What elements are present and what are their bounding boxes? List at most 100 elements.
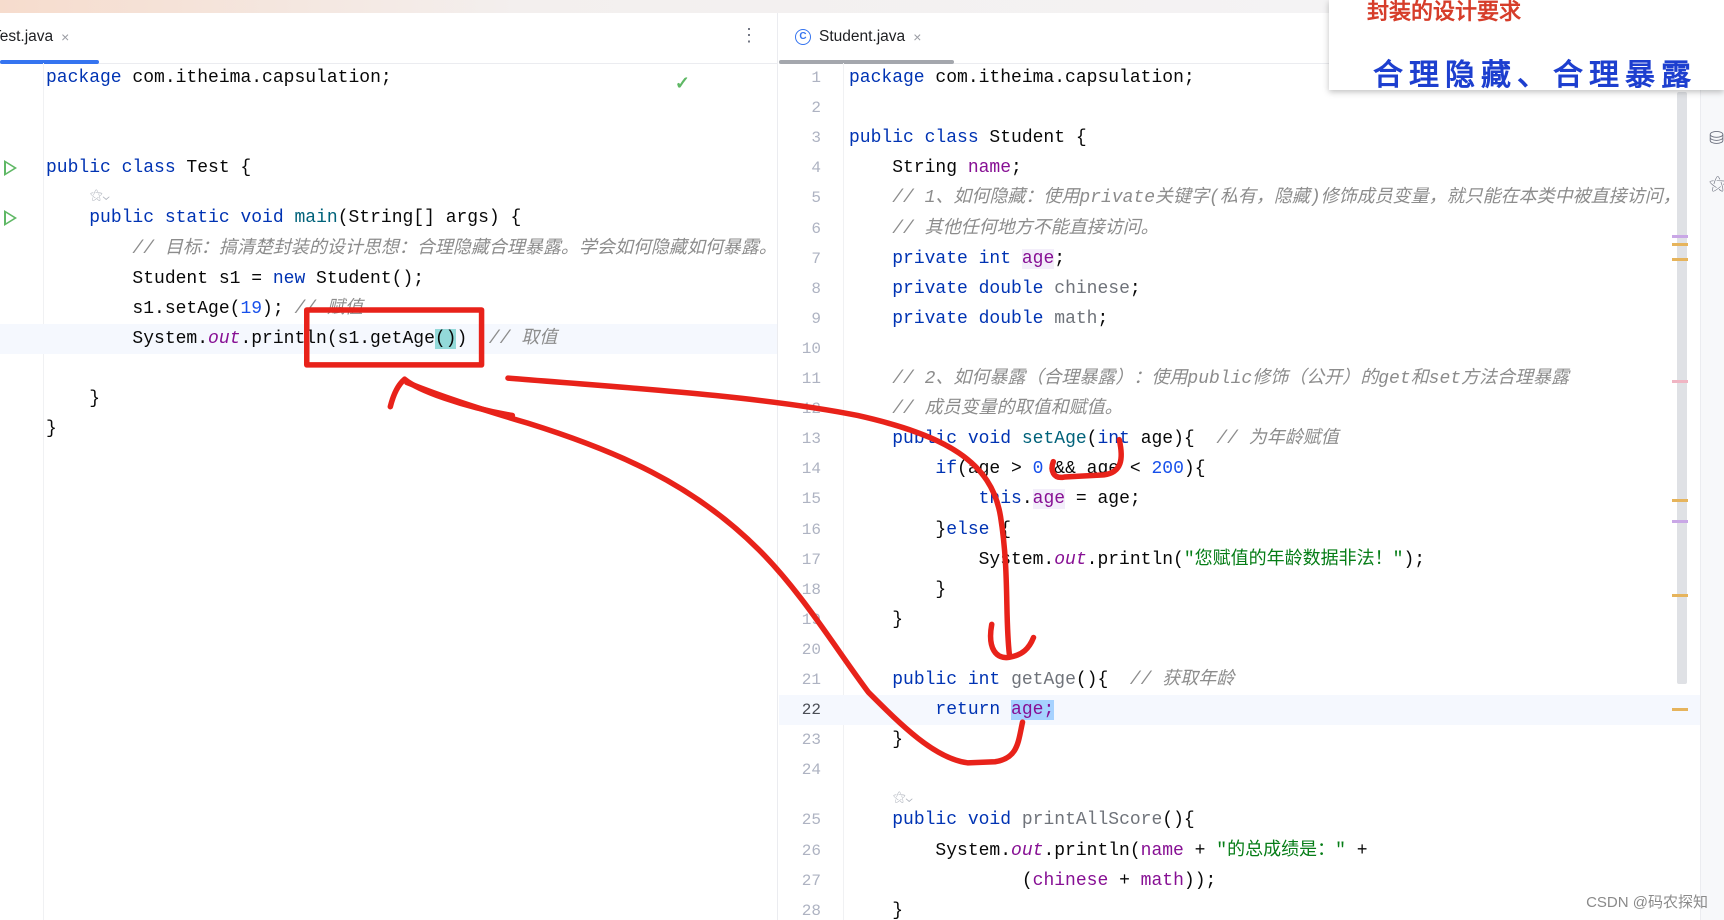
code-line[interactable]: 6 // 其他任何地方不能直接访问。 (779, 214, 1724, 244)
code-line[interactable]: 2 (779, 93, 1724, 123)
code-token: } (849, 730, 904, 751)
code-token: (){ (1075, 670, 1130, 690)
code-token: } (849, 519, 947, 540)
warning-stripe-marker[interactable] (1672, 594, 1688, 597)
code-line[interactable]: 11 // 2、如何暴露（合理暴露）：使用public修饰（公开）的get和se… (779, 364, 1724, 394)
code-line[interactable]: 19 } (779, 605, 1724, 635)
line-number[interactable]: 1 (779, 63, 821, 93)
code-line[interactable] (0, 123, 778, 153)
code-line[interactable]: // 目标：搞清楚封装的设计思想：合理隐藏合理暴露。学会如何隐藏如何暴露。 (0, 234, 778, 264)
warning-stripe-marker[interactable] (1672, 499, 1688, 502)
tab-student-java[interactable]: C Student.java × (795, 25, 921, 49)
info-stripe-marker[interactable] (1672, 380, 1688, 383)
plugin-icon[interactable]: ⚝ (1709, 173, 1724, 194)
line-number[interactable]: 24 (779, 755, 821, 785)
left-editor-pane: Test.java × ⋮ ✓ package com.itheima.caps… (0, 13, 778, 920)
line-number[interactable]: 17 (779, 545, 821, 575)
code-line[interactable]: } (0, 384, 778, 414)
line-number[interactable]: 20 (779, 635, 821, 665)
code-line[interactable]: 4 String name; (779, 153, 1724, 183)
line-number[interactable]: 26 (779, 836, 821, 866)
code-line[interactable]: 25 public void printAllScore(){ (779, 805, 1724, 835)
left-code-area[interactable]: package com.itheima.capsulation; public c… (0, 63, 778, 920)
close-icon[interactable]: × (913, 29, 921, 45)
code-line[interactable]: s1.setAge(19); // 赋值 (0, 294, 778, 324)
code-line[interactable]: 22 return age; (779, 695, 1724, 726)
line-number[interactable]: 22 (779, 695, 821, 725)
line-number[interactable]: 5 (779, 183, 821, 213)
code-line[interactable]: } (0, 414, 778, 444)
line-number[interactable]: 21 (779, 665, 821, 695)
warning-stripe-marker[interactable] (1672, 258, 1688, 261)
code-line[interactable]: 23 } (779, 725, 1724, 755)
tab-test-java[interactable]: Test.java × (0, 25, 69, 49)
code-text: s1.setAge(19); // 赋值 (46, 294, 362, 324)
line-number[interactable]: 23 (779, 725, 821, 755)
line-number[interactable]: 12 (779, 394, 821, 424)
code-line[interactable]: System.out.println(s1.getAge()) // 取值 (0, 323, 778, 354)
line-number[interactable]: 11 (779, 364, 821, 394)
code-token: System. (46, 328, 209, 349)
warning-stripe-marker[interactable] (1672, 708, 1688, 711)
line-number[interactable]: 19 (779, 605, 821, 635)
warning-stripe-marker[interactable] (1672, 243, 1688, 246)
run-gutter-icon[interactable] (4, 160, 17, 177)
line-number[interactable]: 8 (779, 274, 821, 304)
database-icon[interactable]: ⛁ (1709, 128, 1724, 149)
line-number[interactable]: 2 (779, 93, 821, 123)
line-number[interactable]: 18 (779, 575, 821, 605)
info-stripe-marker[interactable] (1672, 520, 1688, 523)
code-line[interactable]: 14 if(age > 0 && age < 200){ (779, 454, 1724, 484)
split-divider[interactable] (777, 13, 778, 920)
line-number[interactable]: 25 (779, 805, 821, 835)
line-number[interactable]: 16 (779, 515, 821, 545)
line-number[interactable]: 3 (779, 123, 821, 153)
error-stripe-marker[interactable] (1672, 235, 1688, 238)
line-number[interactable]: 15 (779, 484, 821, 514)
code-line[interactable]: 3 public class Student { (779, 123, 1724, 153)
line-number[interactable]: 7 (779, 244, 821, 274)
line-number[interactable]: 4 (779, 153, 821, 183)
line-number[interactable]: 27 (779, 866, 821, 896)
code-token: System. (849, 840, 1012, 861)
line-number[interactable]: 28 (779, 896, 821, 920)
code-line[interactable]: 16 }else { (779, 515, 1724, 545)
code-line[interactable]: 26 System.out.println(name + "的总成绩是：" + (779, 836, 1724, 866)
code-line[interactable]: 5 // 1、如何隐藏：使用private关键字(私有，隐藏)修饰成员变量，就只… (779, 183, 1724, 213)
code-line[interactable]: 9 private double math; (779, 304, 1724, 334)
code-line[interactable]: 17 System.out.println("您赋值的年龄数据非法！"); (779, 545, 1724, 575)
code-line[interactable]: 24 (779, 755, 1724, 785)
code-line[interactable] (0, 93, 778, 123)
code-line[interactable]: 28 } (779, 896, 1724, 920)
close-icon[interactable]: × (61, 29, 69, 45)
code-line[interactable]: 18 } (779, 575, 1724, 605)
code-line[interactable]: 10 (779, 334, 1724, 364)
code-token: math (1054, 308, 1098, 329)
line-number[interactable]: 14 (779, 454, 821, 484)
code-line[interactable]: public class Test { (0, 153, 778, 183)
code-line[interactable]: 15 this.age = age; (779, 484, 1724, 514)
code-line[interactable]: public static void main(String[] args) { (0, 203, 778, 233)
code-line[interactable]: 12 // 成员变量的取值和赋值。 (779, 394, 1724, 424)
code-text: // 2、如何暴露（合理暴露）：使用public修饰（公开）的get和set方法… (849, 364, 1569, 394)
code-line[interactable]: 21 public int getAge(){ // 获取年龄 (779, 665, 1724, 695)
line-number[interactable]: 10 (779, 334, 821, 364)
line-number[interactable]: 9 (779, 304, 821, 334)
code-line[interactable]: Student s1 = new Student(); (0, 264, 778, 294)
code-line[interactable]: package com.itheima.capsulation; (0, 63, 778, 93)
line-number[interactable]: 13 (779, 424, 821, 454)
run-gutter-icon[interactable] (4, 210, 17, 227)
code-line[interactable]: 8 private double chinese; (779, 274, 1724, 304)
code-line[interactable] (0, 354, 778, 384)
code-line[interactable]: 13 public void setAge(int age){ // 为年龄赋值 (779, 424, 1724, 454)
right-tool-strip: ⛁ ⚝ (1700, 13, 1724, 920)
more-options-icon[interactable]: ⋮ (740, 25, 758, 46)
line-number[interactable]: 6 (779, 214, 821, 244)
code-line[interactable]: 20 (779, 635, 1724, 665)
code-line[interactable]: 7 private int age; (779, 244, 1724, 274)
right-code-area[interactable]: 1 package com.itheima.capsulation; 2 3 publi… (779, 63, 1724, 920)
code-line[interactable]: 27 (chinese + math)); (779, 866, 1724, 896)
